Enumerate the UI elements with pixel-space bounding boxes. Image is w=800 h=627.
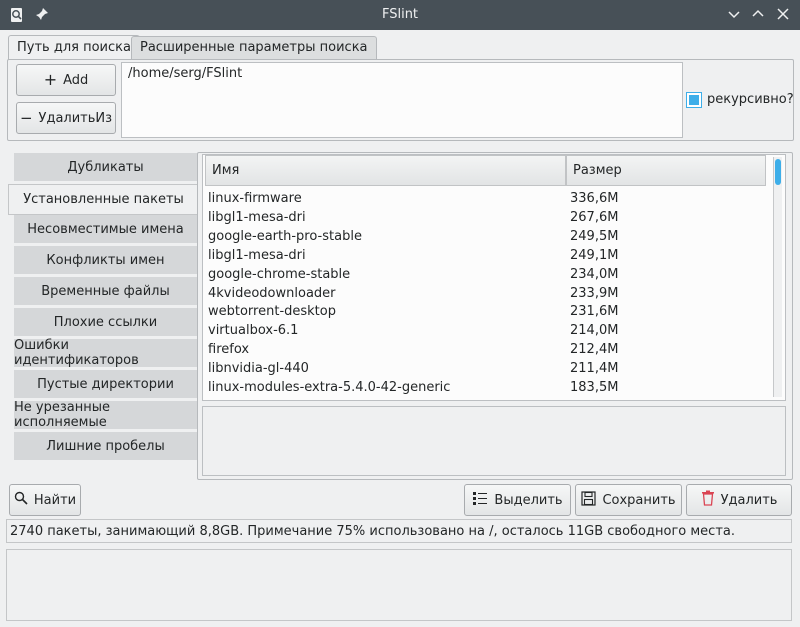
status-bar: 2740 пакеты, занимающий 8,8GB. Примечани… (6, 519, 792, 543)
package-name: 4kvideodownloader (208, 285, 336, 301)
package-size: 212,4M (570, 342, 619, 358)
minus-icon: − (19, 109, 33, 127)
tab-search-path[interactable]: Путь для поиска (8, 35, 140, 61)
select-button-label: Выделить (494, 492, 563, 508)
recursive-checkbox[interactable] (686, 92, 702, 108)
minimize-icon[interactable] (726, 7, 742, 23)
package-name: google-earth-pro-stable (208, 228, 362, 244)
add-button-label: Add (63, 72, 89, 88)
package-name: linux-modules-extra-5.4.0-42-generic (208, 380, 451, 395)
table-row[interactable]: libgl1-mesa-dri 267,6M (208, 209, 768, 228)
package-name: firefox (208, 342, 250, 358)
column-header-name[interactable]: Имя (205, 155, 566, 186)
details-pane (202, 406, 786, 476)
sidebar-item-bad-names[interactable]: Несовместимые имена (14, 215, 197, 245)
table-row[interactable]: libnvidia-gl-440 211,4M (208, 360, 768, 379)
package-size: 336,6M (570, 191, 619, 206)
sidebar-item-non-stripped[interactable]: Не урезанные исполняемые (14, 400, 197, 431)
save-icon (581, 490, 597, 510)
select-icon (472, 490, 488, 510)
package-size: 267,6M (570, 209, 619, 225)
table-row[interactable]: webtorrent-desktop 231,6M (208, 303, 768, 322)
find-button-label: Найти (33, 492, 77, 508)
save-button-label: Сохранить (602, 492, 676, 508)
table-row[interactable]: google-earth-pro-stable 249,5M (208, 228, 768, 247)
package-size: 249,1M (570, 247, 619, 263)
column-header-size[interactable]: Размер (566, 155, 766, 186)
package-name: libgl1-mesa-dri (208, 247, 306, 263)
package-size: 249,5M (570, 228, 619, 244)
package-name: libnvidia-gl-440 (208, 361, 309, 377)
maximize-icon[interactable] (750, 7, 766, 23)
search-path-item[interactable]: /home/serg/FSlint (128, 66, 242, 81)
select-button[interactable]: Выделить (464, 484, 571, 516)
package-name: libgl1-mesa-dri (208, 209, 306, 225)
remove-button-label: УдалитьИз (38, 110, 113, 126)
save-button[interactable]: Сохранить (575, 484, 682, 516)
package-size: 211,4M (570, 361, 619, 377)
sidebar-item-bad-symlinks[interactable]: Плохие ссылки (14, 308, 197, 338)
trash-icon (701, 490, 715, 510)
package-name: virtualbox-6.1 (208, 323, 299, 339)
scrollbar-thumb[interactable] (775, 159, 781, 185)
table-row[interactable]: libgl1-mesa-dri 249,1M (208, 247, 768, 266)
table-row[interactable]: linux-firmware 336,6M (208, 190, 768, 209)
sidebar-item-temp-files[interactable]: Временные файлы (14, 277, 197, 307)
package-name: webtorrent-desktop (208, 304, 336, 320)
package-name: linux-firmware (208, 191, 302, 206)
sidebar-item-duplicates[interactable]: Дубликаты (14, 153, 197, 183)
table-row[interactable]: virtualbox-6.1 214,0M (208, 322, 768, 341)
delete-button-label: Удалить (720, 492, 778, 508)
recursive-label: рекурсивно? (707, 92, 794, 107)
package-size: 234,0M (570, 266, 619, 282)
window-title: FSlint (381, 7, 419, 22)
find-button[interactable]: Найти (9, 484, 81, 516)
tab-advanced-search[interactable]: Расширенные параметры поиска (131, 36, 377, 59)
add-button[interactable]: + Add (16, 64, 116, 96)
sidebar-item-bad-ids[interactable]: Ошибки идентификаторов (14, 338, 197, 369)
sidebar-item-name-clashes[interactable]: Конфликты имен (14, 246, 197, 276)
search-path-list[interactable]: /home/serg/FSlint (121, 62, 683, 138)
plus-icon: + (43, 70, 58, 89)
sidebar-item-redundant-whitespace[interactable]: Лишние пробелы (14, 432, 197, 462)
sidebar-item-installed-packages[interactable]: Установленные пакеты (8, 184, 199, 215)
close-icon[interactable] (775, 7, 791, 23)
package-size: 231,6M (570, 304, 619, 320)
results-scrollbar[interactable] (773, 157, 782, 397)
delete-button[interactable]: Удалить (686, 484, 792, 516)
package-size: 233,9M (570, 285, 619, 301)
table-row[interactable]: linux-modules-extra-5.4.0-42-generic 183,… (208, 379, 768, 398)
table-row[interactable]: firefox 212,4M (208, 341, 768, 360)
search-icon (14, 491, 28, 509)
log-pane (6, 549, 792, 621)
package-size: 214,0M (570, 323, 619, 339)
package-size: 183,5M (570, 380, 619, 395)
package-name: google-chrome-stable (208, 266, 351, 282)
table-row[interactable]: 4kvideodownloader 233,9M (208, 285, 768, 304)
status-text: 2740 пакеты, занимающий 8,8GB. Примечани… (10, 524, 735, 539)
sidebar-item-empty-dirs[interactable]: Пустые директории (14, 370, 197, 400)
title-bar[interactable]: FSlint (0, 0, 800, 30)
remove-button[interactable]: − УдалитьИз (16, 102, 116, 134)
table-row[interactable]: google-chrome-stable 234,0M (208, 266, 768, 285)
